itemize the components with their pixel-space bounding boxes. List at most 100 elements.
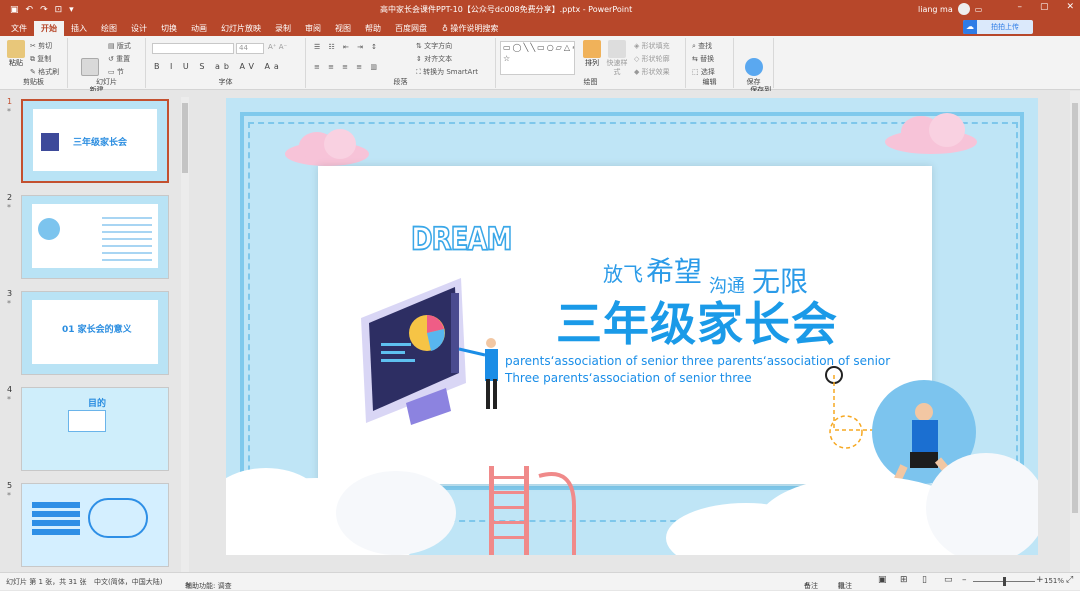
tab-insert[interactable]: 插入 bbox=[64, 21, 94, 36]
english-subtitle-line2[interactable]: Three parents‘association of senior thre… bbox=[505, 371, 752, 385]
slide-thumbnail-3[interactable]: 01 家长会的意义 bbox=[21, 291, 169, 375]
editing-group-label: 编辑 bbox=[702, 78, 717, 86]
thumb-title: 目的 bbox=[88, 399, 107, 409]
normal-view-icon[interactable]: ▣ bbox=[878, 575, 887, 585]
align-text-button[interactable]: ⇕ 对齐文本 bbox=[416, 54, 452, 64]
replace-button[interactable]: ⇆ 替换 bbox=[692, 54, 714, 64]
reading-view-icon[interactable]: ▯ bbox=[922, 575, 927, 585]
slide-thumbnail-4[interactable]: 目的 bbox=[21, 387, 169, 471]
minimize-icon[interactable]: – bbox=[1017, 2, 1022, 12]
tab-file[interactable]: 文件 bbox=[4, 21, 34, 36]
start-from-beginning-icon[interactable]: ⊡ bbox=[55, 5, 63, 15]
tab-baidu[interactable]: 百度网盘 bbox=[388, 21, 434, 36]
close-icon[interactable]: ✕ bbox=[1066, 2, 1074, 12]
cut-label: 剪切 bbox=[38, 42, 53, 50]
zoom-in-icon[interactable]: + bbox=[1036, 575, 1044, 585]
share-button[interactable]: ☁ 拍拍上传 bbox=[963, 20, 1033, 34]
editor-scrollbar[interactable] bbox=[1070, 91, 1080, 572]
shape-outline-label: 形状轮廓 bbox=[641, 55, 670, 63]
layout-button[interactable]: ▤ 版式 bbox=[108, 41, 131, 51]
shapes-gallery[interactable]: ▭◯╲╲▭○▱△⌐⌐⇨⇩⬠↪⌒⌒{}☆ bbox=[500, 41, 575, 75]
cloud-top-left bbox=[285, 129, 369, 166]
tab-record[interactable]: 录制 bbox=[268, 21, 298, 36]
group-clipboard: 粘贴 ✂ 剪切 ⧉ 复制 ✎ 格式刷 剪贴板 bbox=[0, 38, 68, 88]
slide-title[interactable]: 三年级家长会 bbox=[556, 288, 838, 354]
maximize-icon[interactable]: ▢ bbox=[1040, 2, 1049, 12]
customize-icon[interactable]: ▾ bbox=[69, 5, 74, 15]
subtitle-hope: 希望 bbox=[646, 255, 703, 288]
window-controls: – ▢ ✕ bbox=[1017, 2, 1074, 12]
tab-view[interactable]: 视图 bbox=[328, 21, 358, 36]
shape-effects-button[interactable]: ◆ 形状效果 bbox=[634, 67, 670, 77]
cloud-icon: ☁ bbox=[963, 20, 977, 34]
user-name: liang ma bbox=[918, 4, 953, 14]
thumbnail-scrollbar[interactable] bbox=[181, 97, 189, 572]
dream-text: DREAM bbox=[410, 221, 513, 259]
language-indicator[interactable]: 中文(简体，中国大陆) bbox=[94, 577, 162, 587]
undo-icon[interactable]: ↶ bbox=[26, 5, 34, 15]
tab-draw[interactable]: 绘图 bbox=[94, 21, 124, 36]
slide-number: 1 bbox=[7, 97, 13, 106]
section-button[interactable]: ▭ 节 bbox=[108, 67, 124, 77]
thumb-list bbox=[32, 502, 80, 536]
window-title: 高中家长会课件PPT-10【公众号dc008免费分享】.pptx - Power… bbox=[380, 5, 633, 14]
arrange-button[interactable]: 排列 bbox=[580, 40, 604, 68]
smartart-button[interactable]: ⛶ 转换为 SmartArt bbox=[416, 67, 478, 77]
select-button[interactable]: ⬚ 选择 bbox=[692, 67, 715, 77]
reset-button[interactable]: ↺ 重置 bbox=[108, 54, 130, 64]
group-slides: 新建 幻灯片 ▤ 版式 ↺ 重置 ▭ 节 幻灯片 bbox=[68, 38, 146, 103]
ribbon-display-icon[interactable]: ▭ bbox=[975, 5, 983, 14]
baidu-cloud-icon bbox=[745, 58, 763, 76]
tab-slideshow[interactable]: 幻灯片放映 bbox=[214, 21, 268, 36]
font-name-box[interactable] bbox=[152, 43, 234, 54]
fit-to-window-icon[interactable]: ⤢ bbox=[1066, 575, 1073, 585]
quick-styles-button[interactable]: 快速样式 bbox=[604, 40, 630, 77]
zoom-slider-thumb[interactable] bbox=[1003, 577, 1006, 586]
scroll-thumb[interactable] bbox=[1072, 103, 1078, 513]
slide-sorter-icon[interactable]: ⊞ bbox=[900, 575, 908, 585]
align-buttons[interactable]: ≡ ≡ ≡ ≡ ▥ bbox=[314, 63, 380, 71]
slide-thumbnail-5[interactable] bbox=[21, 483, 169, 567]
paste-button[interactable]: 粘贴 bbox=[4, 40, 28, 68]
format-painter-button[interactable]: ✎ 格式刷 bbox=[30, 67, 59, 77]
scroll-thumb[interactable] bbox=[182, 103, 188, 173]
redo-icon[interactable]: ↷ bbox=[40, 5, 48, 15]
thumb-illustration bbox=[68, 410, 106, 432]
current-slide[interactable]: DREAM 放飞 希望 沟通 无限 三年级家长会 parents‘associa… bbox=[226, 98, 1038, 555]
shape-fill-button[interactable]: ◈ 形状填充 bbox=[634, 41, 670, 51]
tab-help[interactable]: 帮助 bbox=[358, 21, 388, 36]
tab-animations[interactable]: 动画 bbox=[184, 21, 214, 36]
tab-transitions[interactable]: 切换 bbox=[154, 21, 184, 36]
star-icon: * bbox=[7, 395, 11, 404]
font-format-buttons[interactable]: B I U S ab AV Aa bbox=[154, 62, 283, 71]
thumb-illustration bbox=[38, 218, 60, 240]
section-label: 节 bbox=[116, 68, 124, 76]
star-icon: * bbox=[7, 107, 11, 116]
slideshow-icon[interactable]: ▭ bbox=[944, 575, 953, 585]
group-save: 保存到 百度网盘 保存 bbox=[734, 38, 774, 103]
find-button[interactable]: ⌕ 查找 bbox=[692, 41, 712, 51]
zoom-out-icon[interactable]: – bbox=[962, 575, 967, 585]
grow-font-icon[interactable]: A⁺ A⁻ bbox=[268, 43, 287, 51]
tab-review[interactable]: 审阅 bbox=[298, 21, 328, 36]
tell-me-search[interactable]: ♁ 操作说明搜索 bbox=[442, 21, 498, 36]
tab-home[interactable]: 开始 bbox=[34, 21, 64, 36]
slide-thumbnail-1[interactable]: 三年级家长会 bbox=[21, 99, 169, 183]
slide-thumbnail-2[interactable] bbox=[21, 195, 169, 279]
copy-label: 复制 bbox=[37, 55, 52, 63]
tab-design[interactable]: 设计 bbox=[124, 21, 154, 36]
cut-button[interactable]: ✂ 剪切 bbox=[30, 41, 52, 51]
zoom-level[interactable]: 151% bbox=[1044, 577, 1064, 585]
list-buttons[interactable]: ☰ ☷ ⇤ ⇥ ↕ bbox=[314, 43, 380, 51]
thumb-title: 三年级家长会 bbox=[73, 138, 128, 148]
shape-outline-button[interactable]: ◇ 形状轮廓 bbox=[634, 54, 670, 64]
font-size-box[interactable]: 44 bbox=[236, 43, 264, 54]
save-icon[interactable]: ▣ bbox=[10, 5, 19, 15]
text-direction-button[interactable]: ⇅ 文字方向 bbox=[416, 41, 452, 51]
group-drawing: ▭◯╲╲▭○▱△⌐⌐⇨⇩⬠↪⌒⌒{}☆ 排列 快速样式 ◈ 形状填充 ◇ 形状轮… bbox=[496, 38, 686, 88]
user-account[interactable]: liang ma ▭ bbox=[918, 3, 982, 15]
layout-label: 版式 bbox=[116, 42, 131, 50]
thumb-title: 01 家长会的意义 bbox=[62, 325, 132, 335]
avatar[interactable] bbox=[957, 3, 970, 15]
copy-button[interactable]: ⧉ 复制 bbox=[30, 54, 51, 64]
